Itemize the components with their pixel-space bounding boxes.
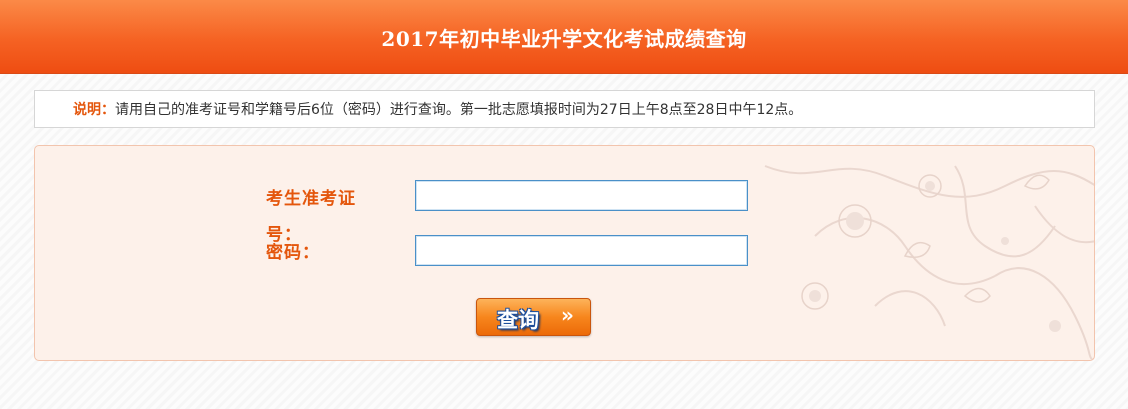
exam-id-label: 考生准考证 <box>266 189 356 209</box>
exam-id-input[interactable] <box>415 180 748 211</box>
floral-decoration-icon <box>764 165 1094 360</box>
header-bar: 2017年初中毕业升学文化考试成绩查询 <box>0 0 1128 74</box>
instructions-text: 请用自己的准考证号和学籍号后6位（密码）进行查询。第一批志愿填报时间为27日上午… <box>115 102 803 118</box>
password-label: 密码： <box>266 243 320 263</box>
password-input[interactable] <box>415 235 748 266</box>
instructions-box: 说明：请用自己的准考证号和学籍号后6位（密码）进行查询。第一批志愿填报时间为27… <box>34 90 1095 128</box>
query-button-label: 查询 <box>497 307 539 332</box>
query-form: 考生准考证 号： 密码： 查询 » <box>34 145 1095 361</box>
double-chevron-right-icon: » <box>561 303 574 327</box>
page-title: 2017年初中毕业升学文化考试成绩查询 <box>381 27 747 51</box>
instructions-label: 说明： <box>73 102 115 118</box>
query-button[interactable]: 查询 » <box>476 298 591 336</box>
